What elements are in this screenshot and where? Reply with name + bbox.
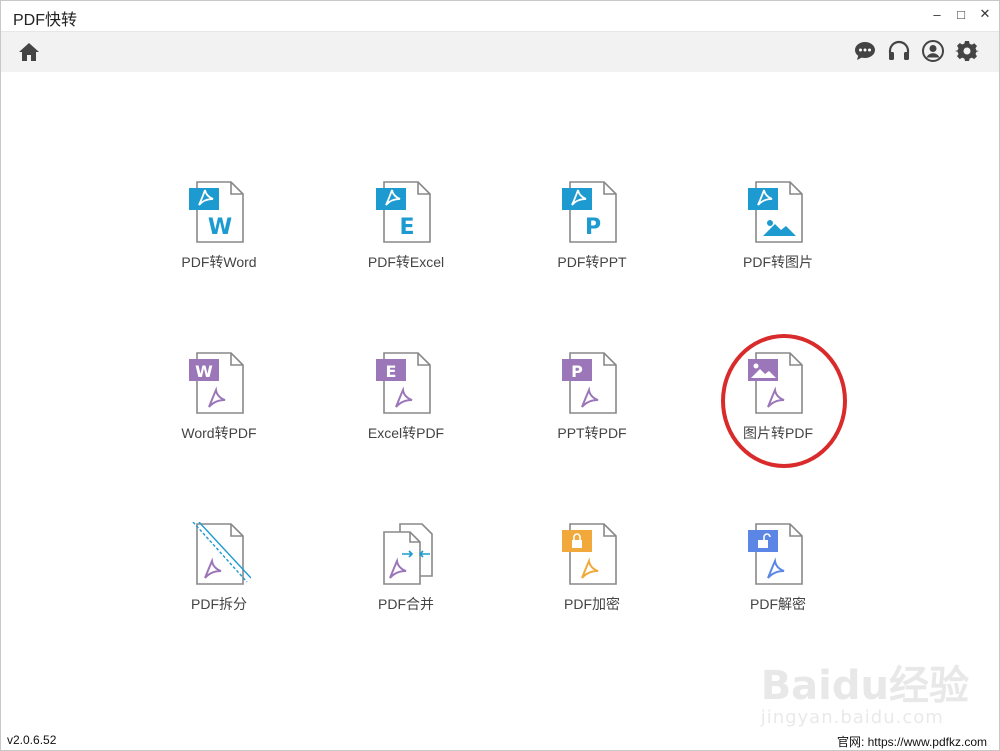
user-icon[interactable] bbox=[921, 39, 945, 63]
tile-pdf-split[interactable]: PDF拆分 bbox=[144, 522, 294, 632]
tile-label: PDF转Excel bbox=[367, 254, 445, 270]
pdf-merge-icon bbox=[383, 523, 433, 585]
pdf-split-icon bbox=[192, 522, 251, 585]
pdf-encrypt-icon bbox=[562, 523, 617, 585]
close-button[interactable]: ✕ bbox=[977, 6, 993, 22]
website-link[interactable]: 官网: https://www.pdfkz.com bbox=[837, 733, 987, 750]
word-to-pdf-icon: W bbox=[189, 352, 244, 414]
svg-text:P: P bbox=[585, 215, 601, 240]
pdf-to-ppt-icon: P bbox=[562, 181, 617, 243]
tool-grid: W PDF转Word E PDF转Excel P PDF转PPT PDF转图片 … bbox=[1, 72, 999, 732]
tile-pdf-to-word[interactable]: W PDF转Word bbox=[144, 180, 294, 290]
excel-to-pdf-icon: E bbox=[376, 352, 431, 414]
pdf-to-excel-icon: E bbox=[376, 181, 431, 243]
pdf-decrypt-icon bbox=[748, 523, 803, 585]
tile-label: PDF加密 bbox=[564, 596, 620, 612]
minimize-button[interactable]: – bbox=[929, 6, 945, 22]
app-window: PDF快转 – □ ✕ W PDF转Word E PDF转Excel P PDF… bbox=[0, 0, 1000, 751]
tile-label: PDF转PPT bbox=[557, 254, 627, 270]
headset-icon[interactable] bbox=[887, 39, 911, 63]
tile-pdf-to-excel[interactable]: E PDF转Excel bbox=[331, 180, 481, 290]
pdf-to-image-icon bbox=[748, 181, 803, 243]
tile-label: PDF转图片 bbox=[743, 254, 813, 270]
svg-text:E: E bbox=[386, 362, 397, 381]
tile-pdf-decrypt[interactable]: PDF解密 bbox=[703, 522, 853, 632]
gear-icon[interactable] bbox=[955, 39, 979, 63]
highlight-circle bbox=[721, 334, 847, 468]
svg-text:E: E bbox=[399, 215, 414, 240]
tile-label: PDF合并 bbox=[378, 596, 434, 612]
maximize-button[interactable]: □ bbox=[953, 6, 969, 22]
svg-text:P: P bbox=[571, 362, 583, 381]
tile-excel-to-pdf[interactable]: E Excel转PDF bbox=[331, 351, 481, 461]
window-title: PDF快转 bbox=[13, 12, 78, 29]
status-bar: v2.0.6.52 官网: https://www.pdfkz.com bbox=[1, 730, 999, 750]
tile-pdf-encrypt[interactable]: PDF加密 bbox=[517, 522, 667, 632]
tile-label: Excel转PDF bbox=[367, 425, 445, 441]
ppt-to-pdf-icon: P bbox=[562, 352, 617, 414]
title-bar: PDF快转 – □ ✕ bbox=[1, 1, 999, 31]
tile-pdf-merge[interactable]: PDF合并 bbox=[331, 522, 481, 632]
tile-pdf-to-image[interactable]: PDF转图片 bbox=[703, 180, 853, 290]
svg-text:W: W bbox=[208, 215, 232, 240]
tile-ppt-to-pdf[interactable]: P PPT转PDF bbox=[517, 351, 667, 461]
tile-word-to-pdf[interactable]: W Word转PDF bbox=[144, 351, 294, 461]
tile-label: PDF解密 bbox=[750, 596, 806, 612]
tile-label: PDF拆分 bbox=[191, 596, 247, 612]
window-controls: – □ ✕ bbox=[929, 6, 993, 22]
pdf-to-word-icon: W bbox=[189, 181, 244, 243]
toolbar-actions bbox=[853, 39, 979, 63]
version-label: v2.0.6.52 bbox=[7, 733, 57, 747]
tile-label: PDF转Word bbox=[181, 254, 257, 270]
svg-text:W: W bbox=[195, 362, 213, 381]
tile-pdf-to-ppt[interactable]: P PDF转PPT bbox=[517, 180, 667, 290]
tile-label: Word转PDF bbox=[181, 425, 257, 441]
toolbar bbox=[1, 31, 999, 73]
chat-icon[interactable] bbox=[853, 39, 877, 63]
home-icon[interactable] bbox=[17, 40, 41, 64]
tile-label: PPT转PDF bbox=[557, 425, 627, 441]
